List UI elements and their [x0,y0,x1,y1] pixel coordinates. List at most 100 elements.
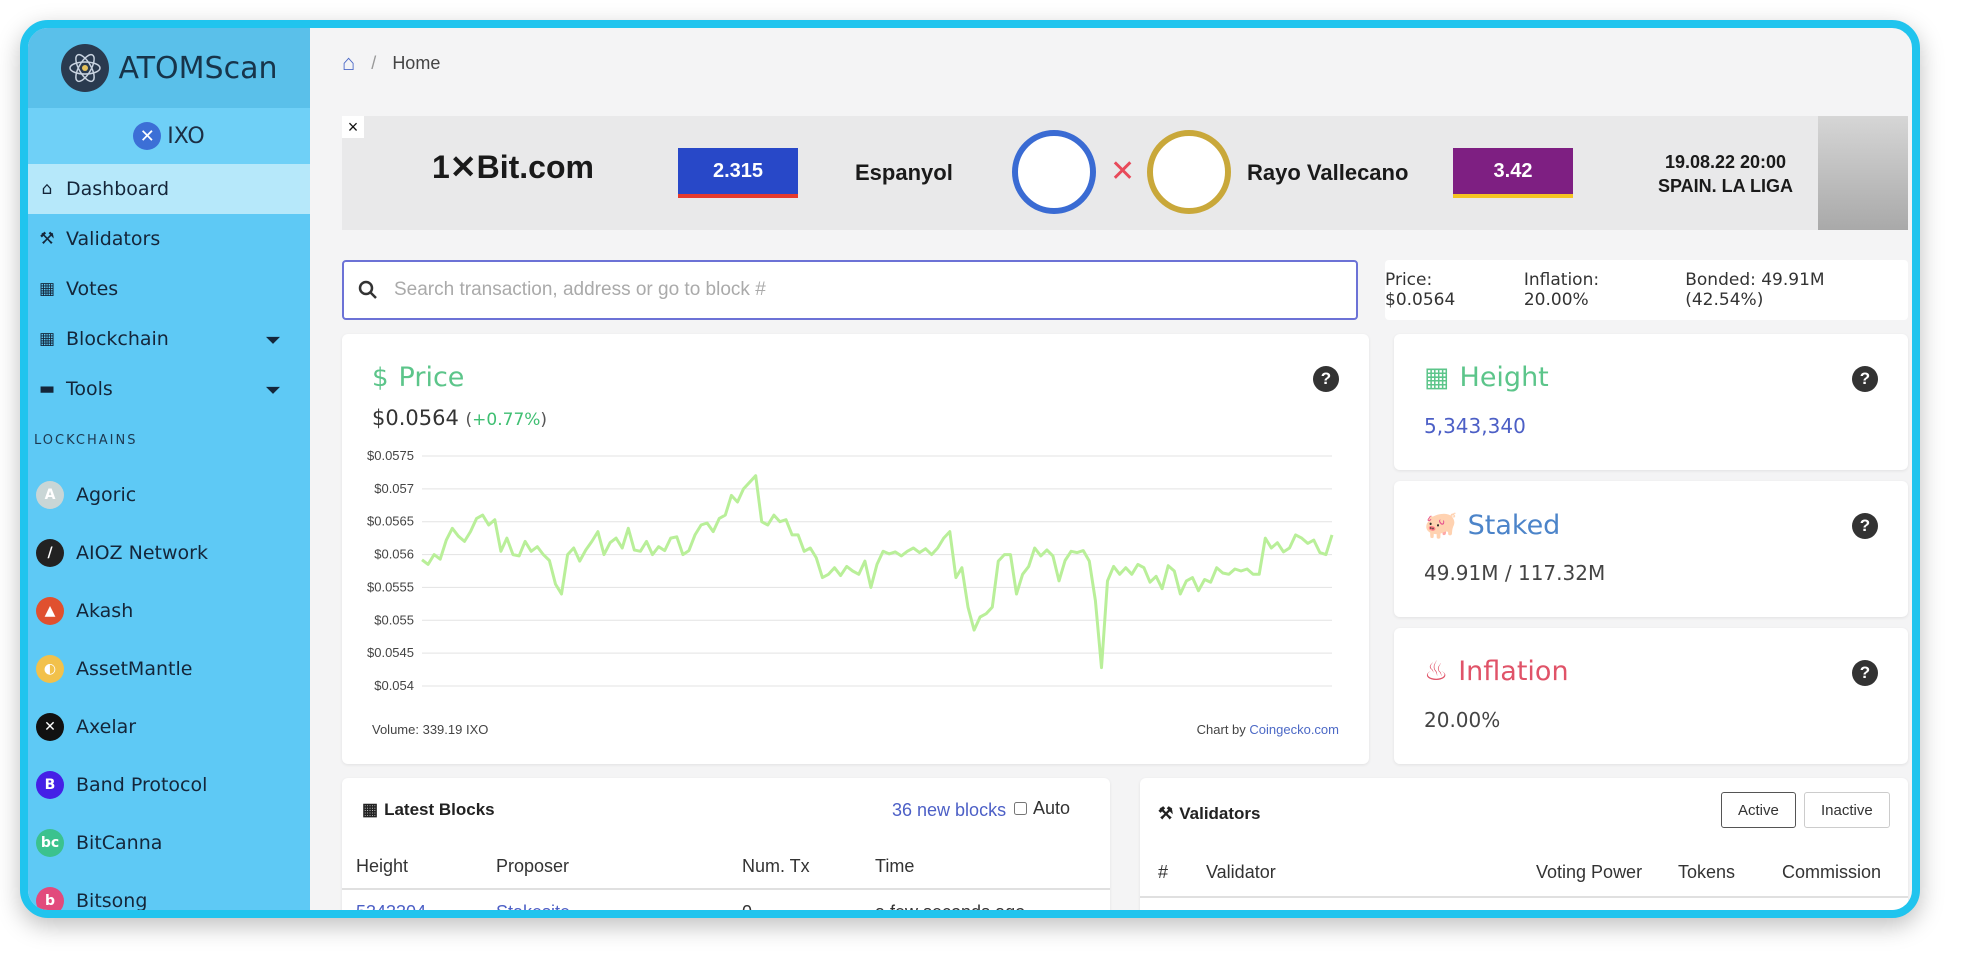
chain-label: Akash [76,600,134,622]
app-name: ATOMScan [118,50,278,86]
inflation-title-text: Inflation [1458,656,1569,687]
help-icon[interactable]: ? [1313,366,1339,392]
chain-label: Agoric [76,484,137,506]
sidebar-chain-axelar[interactable]: ✕ Axelar [28,698,310,756]
search-input[interactable] [394,279,1294,301]
team-away: Rayo Vallecano [1247,160,1409,185]
height-title: ▦ Height [1424,362,1549,393]
help-icon[interactable]: ? [1852,513,1878,539]
col-rank: # [1158,862,1169,882]
chain-label: Axelar [76,716,137,738]
main-content: ⌂ / Home × 1✕Bit.com 2.315 Espanyol ✕ Ra… [310,28,1912,910]
inflation-card: ♨ Inflation ? 20.00% [1394,628,1908,764]
chain-label: AssetMantle [76,658,193,680]
tab-inactive[interactable]: Inactive [1804,792,1890,828]
y-tick-label: $0.0565 [367,514,414,529]
breadcrumb-separator: / [371,52,377,73]
sidebar-chain-akash[interactable]: ▲ Akash [28,582,310,640]
proposer-link[interactable]: Stakesite [496,902,570,910]
toolbox-icon: ▬ [38,379,56,399]
y-tick-label: $0.056 [374,547,414,562]
search-icon [358,280,377,299]
validators-card: ⚒ Validators Active Inactive # Validator… [1140,778,1908,910]
home-icon[interactable]: ⌂ [342,50,355,76]
y-tick-label: $0.0555 [367,579,414,594]
ixo-icon: ✕ [133,122,162,150]
piggy-bank-icon: 🐖 [1424,510,1458,541]
latest-blocks-title: ▦ Latest Blocks [362,800,495,820]
price-value-line: $0.0564 (+0.77%) [372,406,547,430]
auto-checkbox[interactable] [1014,802,1027,815]
col-num-tx: Num. Tx [742,856,810,876]
grid-icon: ▦ [1424,362,1450,393]
y-tick-label: $0.055 [374,612,414,627]
price-chart: $0.0575 $0.057 $0.0565 $0.056 $0.0555 $0.055 $… [367,448,1334,693]
atom-logo-icon [60,44,109,92]
price-value: $0.0564 [372,406,459,430]
search-box[interactable] [342,260,1358,320]
height-title-text: Height [1459,362,1549,393]
close-icon[interactable]: × [342,116,364,138]
col-validator: Validator [1206,862,1276,882]
chain-label: BitCanna [76,832,163,854]
chain-selector[interactable]: ✕ IXO [28,108,310,164]
nav-dashboard[interactable]: ⌂ Dashboard [28,164,310,214]
brand[interactable]: ATOMScan [28,28,310,108]
price-change-value: +0.77% [472,410,541,430]
chain-label: Bitsong [76,890,148,910]
hand-dollar-icon: $ [372,362,389,393]
chain-label: AIOZ Network [76,542,208,564]
volume-label: Volume: 339.19 IXO [372,722,489,737]
nav-blockchain[interactable]: ▦ Blockchain [28,314,310,364]
stat-inflation: Inflation: 20.00% [1523,270,1600,310]
height-value[interactable]: 5,343,340 [1424,414,1526,438]
nav-tools[interactable]: ▬ Tools [28,364,310,414]
stat-bonded: Bonded: 49.91M (42.54%) [1685,270,1825,310]
auto-toggle[interactable]: Auto [1014,798,1070,819]
nav-label: Tools [66,378,113,400]
validators-title-text: Validators [1179,804,1261,823]
nav-votes[interactable]: ▦ Votes [28,264,310,314]
col-proposer: Proposer [496,856,570,876]
vote-icon: ▦ [38,279,56,299]
versus-icon: ✕ [1110,155,1136,188]
sidebar-chain-bitsong[interactable]: b Bitsong [28,872,310,910]
tab-active[interactable]: Active [1721,792,1796,828]
rayo-crest-icon [1147,130,1231,214]
staked-title-text: Staked [1467,509,1561,541]
sidebar-chain-agoric[interactable]: A Agoric [28,466,310,524]
nav-validators[interactable]: ⚒ Validators [28,214,310,264]
col-voting-power: Voting Power [1536,862,1643,882]
odd-away: 3.42 [1453,148,1573,198]
chart-credit-text: Chart by [1196,722,1250,737]
breadcrumb-current: Home [392,52,441,73]
block-height-link[interactable]: 5343304 [356,902,426,910]
gavel-icon: ⚒ [1158,804,1174,823]
sidebar-chain-aioz-network[interactable]: / AIOZ Network [28,524,310,582]
help-icon[interactable]: ? [1852,366,1878,392]
price-series-line [421,474,1334,670]
grid-icon: ▦ [38,329,56,349]
chain-label: Band Protocol [76,774,208,796]
y-tick-label: $0.054 [374,678,414,693]
sidebar-chain-band-protocol[interactable]: B Band Protocol [28,756,310,814]
price-change: (+0.77%) [466,410,548,430]
sidebar-chain-bitcanna[interactable]: bc BitCanna [28,814,310,872]
staked-title: 🐖 Staked [1424,509,1561,542]
coingecko-link[interactable]: Coingecko.com [1249,722,1339,737]
chain-logo-icon: b [36,887,64,910]
ad-banner[interactable]: × 1✕Bit.com 2.315 Espanyol ✕ Rayo Vallec… [342,116,1908,230]
browser-frame: ATOMScan ✕ IXO ⌂ Dashboard ⚒ Validators … [20,20,1920,918]
chain-name: IXO [167,123,205,149]
sidebar-chain-assetmantle[interactable]: ◐ AssetMantle [28,640,310,698]
chain-logo-icon: A [36,481,64,509]
help-icon[interactable]: ? [1852,660,1878,686]
chain-logo-icon: B [36,771,64,799]
block-tx-count: 0 [742,902,753,918]
player-photo [1818,116,1908,230]
price-title: $ Price [372,362,464,393]
sidebar: ATOMScan ✕ IXO ⌂ Dashboard ⚒ Validators … [28,28,310,910]
y-tick-label: $0.0575 [367,448,414,463]
nav-label: Dashboard [66,178,170,200]
new-blocks-link[interactable]: 36 new blocks [892,800,1006,821]
